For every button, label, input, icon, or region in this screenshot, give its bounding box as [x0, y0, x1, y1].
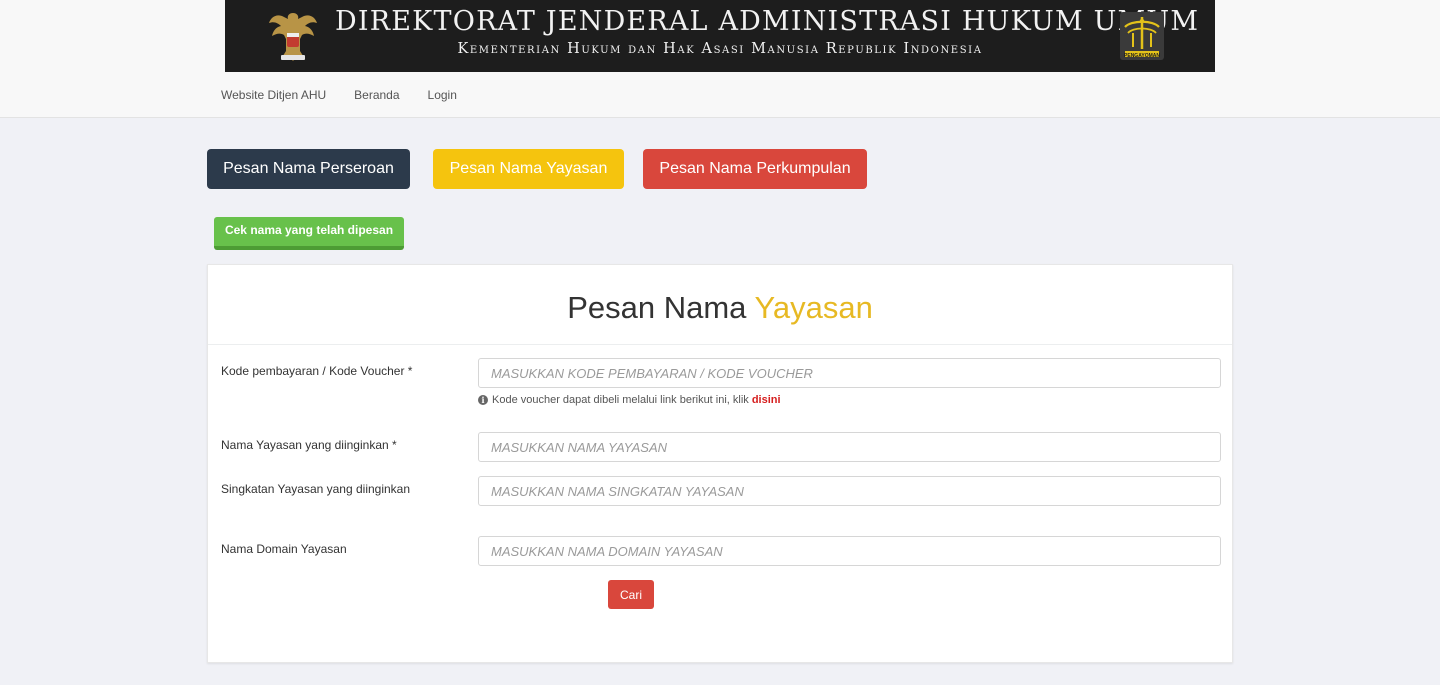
nama-yayasan-input[interactable]: [478, 432, 1221, 462]
nav-item-beranda[interactable]: Beranda: [340, 72, 413, 118]
nav-item-website-ditjen-ahu[interactable]: Website Ditjen AHU: [207, 72, 340, 118]
singkatan-yayasan-input[interactable]: [478, 476, 1221, 506]
form-title-prefix: Pesan Nama: [567, 290, 747, 325]
nav-item-login[interactable]: Login: [414, 72, 471, 118]
pesan-nama-yayasan-button[interactable]: Pesan Nama Yayasan: [433, 149, 624, 189]
banner-subtitle: Kementerian Hukum dan Hak Asasi Manusia …: [457, 41, 983, 57]
form-title: Pesan Nama Yayasan: [208, 290, 1232, 326]
garuda-emblem-icon: [269, 13, 317, 61]
form-divider: [208, 344, 1232, 345]
top-nav: Website Ditjen AHU Beranda Login: [207, 72, 471, 118]
domain-yayasan-label: Nama Domain Yayasan: [221, 542, 347, 556]
kode-voucher-label: Kode pembayaran / Kode Voucher *: [221, 364, 413, 378]
cek-nama-button[interactable]: Cek nama yang telah dipesan: [214, 217, 404, 250]
header-banner: DIREKTORAT JENDERAL ADMINISTRASI HUKUM U…: [225, 0, 1215, 72]
emblem-caption: PENGAYOMAN: [1124, 53, 1160, 59]
banner-title: DIREKTORAT JENDERAL ADMINISTRASI HUKUM U…: [335, 6, 1200, 37]
pesan-nama-perseroan-button[interactable]: Pesan Nama Perseroan: [207, 149, 410, 189]
form-card: Pesan Nama Yayasan Kode pembayaran / Kod…: [207, 264, 1233, 663]
cari-button[interactable]: Cari: [608, 580, 654, 609]
site-header: DIREKTORAT JENDERAL ADMINISTRASI HUKUM U…: [0, 0, 1440, 118]
domain-yayasan-input[interactable]: [478, 536, 1221, 566]
pesan-nama-perkumpulan-button[interactable]: Pesan Nama Perkumpulan: [643, 149, 867, 189]
kode-voucher-input[interactable]: [478, 358, 1221, 388]
singkatan-yayasan-label: Singkatan Yayasan yang diinginkan: [221, 482, 411, 496]
voucher-hint-text: Kode voucher dapat dibeli melalui link b…: [492, 394, 749, 406]
form-title-accent: Yayasan: [754, 290, 873, 325]
info-icon: i: [478, 395, 488, 405]
disini-link[interactable]: disini: [752, 394, 781, 406]
voucher-hint: i Kode voucher dapat dibeli melalui link…: [478, 394, 781, 406]
nama-yayasan-label: Nama Yayasan yang diinginkan *: [221, 438, 397, 452]
